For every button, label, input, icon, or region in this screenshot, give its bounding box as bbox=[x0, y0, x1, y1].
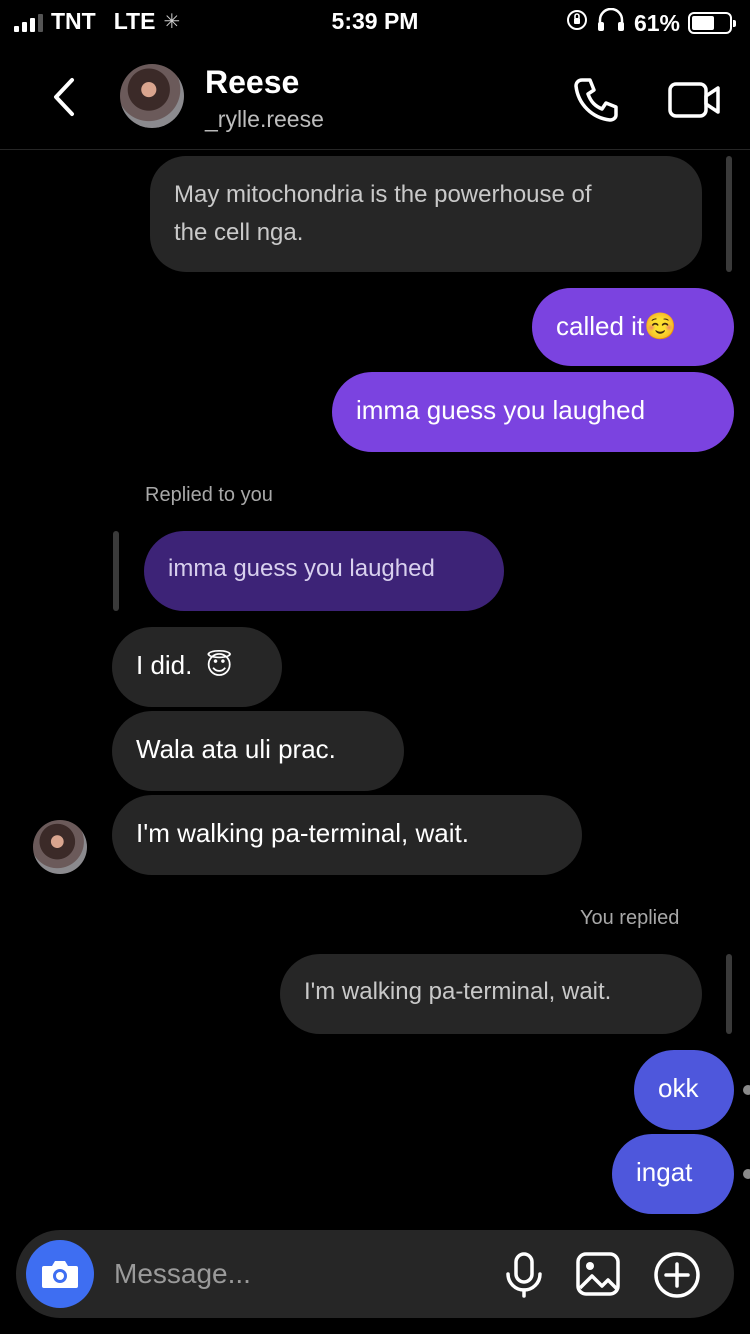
image-icon bbox=[576, 1252, 620, 1296]
chevron-left-icon bbox=[54, 78, 74, 116]
battery-icon bbox=[688, 12, 736, 34]
received-message[interactable]: Wala ata uli prac. bbox=[112, 711, 404, 791]
reply-indicator bbox=[726, 156, 732, 272]
gallery-button[interactable] bbox=[574, 1250, 622, 1298]
avatar[interactable] bbox=[120, 64, 184, 128]
orientation-lock-icon bbox=[566, 9, 588, 37]
seen-dot bbox=[743, 1169, 750, 1179]
quote-text: I'm walking pa-terminal, wait. bbox=[304, 978, 612, 1005]
camera-icon bbox=[42, 1261, 78, 1288]
received-message[interactable]: May mitochondria is the powerhouse of th… bbox=[150, 156, 702, 272]
sent-message[interactable]: ingat bbox=[612, 1134, 734, 1214]
seen-dot bbox=[743, 1085, 750, 1095]
plus-circle-icon bbox=[654, 1252, 700, 1298]
battery-percent: 61% bbox=[633, 9, 680, 36]
microphone-icon bbox=[506, 1252, 542, 1298]
chat-header: Reese _rylle.reese bbox=[0, 54, 750, 150]
emoji: 😇 bbox=[205, 650, 233, 680]
status-right: 61% bbox=[566, 7, 736, 38]
reply-quote[interactable]: I'm walking pa-terminal, wait. bbox=[280, 954, 702, 1034]
sent-message[interactable]: called it☺️ bbox=[532, 288, 734, 366]
contact-name[interactable]: Reese bbox=[205, 64, 299, 101]
replied-label: Replied to you bbox=[145, 484, 273, 506]
message-text: May mitochondria is the powerhouse of bbox=[174, 181, 592, 208]
message-text: the cell nga. bbox=[174, 219, 304, 246]
quote-text: imma guess you laughed bbox=[168, 555, 435, 582]
sent-message[interactable]: okk bbox=[634, 1050, 734, 1130]
microphone-button[interactable] bbox=[502, 1250, 546, 1300]
message-text: imma guess you laughed bbox=[356, 395, 646, 425]
back-button[interactable] bbox=[44, 72, 84, 122]
message-text: I did. bbox=[136, 650, 193, 680]
add-button[interactable] bbox=[652, 1250, 702, 1300]
you-replied-label: You replied bbox=[580, 907, 680, 929]
reply-indicator bbox=[113, 531, 119, 611]
reply-quote[interactable]: imma guess you laughed bbox=[144, 531, 504, 611]
received-message[interactable]: I'm walking pa-terminal, wait. bbox=[112, 795, 582, 875]
phone-icon bbox=[574, 78, 618, 122]
received-message[interactable]: I did. 😇 bbox=[112, 627, 282, 707]
message-text: called it bbox=[556, 311, 645, 341]
message-composer bbox=[16, 1230, 734, 1318]
camera-button[interactable] bbox=[26, 1240, 94, 1308]
reply-indicator bbox=[726, 954, 732, 1034]
message-text: Wala ata uli prac. bbox=[136, 734, 336, 764]
status-bar: TNT LTE ✳ 5:39 PM 61% bbox=[0, 0, 750, 44]
video-camera-icon bbox=[668, 82, 720, 118]
headphones-icon bbox=[596, 7, 626, 38]
avatar[interactable] bbox=[33, 820, 87, 874]
sent-message[interactable]: imma guess you laughed bbox=[332, 372, 734, 452]
contact-handle[interactable]: _rylle.reese bbox=[205, 106, 324, 133]
message-text: I'm walking pa-terminal, wait. bbox=[136, 818, 469, 848]
call-button[interactable] bbox=[568, 72, 624, 128]
emoji: ☺️ bbox=[644, 311, 677, 341]
message-input[interactable] bbox=[114, 1252, 474, 1296]
message-text: okk bbox=[658, 1073, 699, 1103]
video-call-button[interactable] bbox=[664, 72, 724, 128]
message-text: ingat bbox=[636, 1157, 693, 1187]
